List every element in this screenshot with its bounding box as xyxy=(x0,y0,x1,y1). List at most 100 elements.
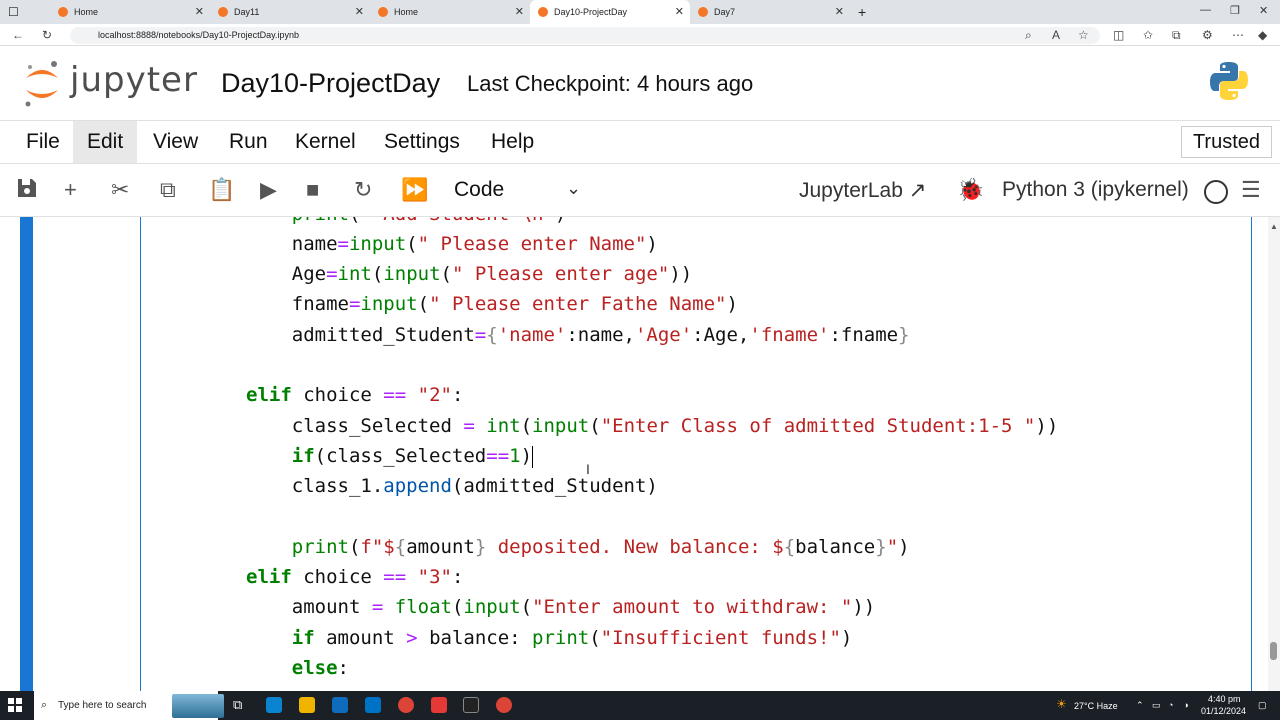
code-editor-content[interactable]: print(" Add Student \n") name=input(" Pl… xyxy=(0,217,1058,679)
close-icon[interactable]: ✕ xyxy=(355,5,364,18)
copilot-icon[interactable]: ◆ xyxy=(1258,28,1267,42)
menu-bar: File Edit View Run Kernel Settings Help … xyxy=(0,120,1280,164)
menu-run[interactable]: Run xyxy=(215,121,282,163)
code-line: fname=input(" Please enter Fathe Name") xyxy=(246,293,738,315)
jupyter-favicon-icon xyxy=(58,7,68,17)
notification-icon[interactable]: ▢ xyxy=(1258,700,1267,711)
menu-kernel[interactable]: Kernel xyxy=(281,121,370,163)
scrollbar-thumb[interactable] xyxy=(1270,642,1277,660)
code-line: print(" Add Student \n") xyxy=(246,217,567,229)
add-cell-icon[interactable]: + xyxy=(64,177,77,203)
clock-time[interactable]: 4:40 pm xyxy=(1208,694,1241,704)
external-link-icon: ↗ xyxy=(908,179,927,202)
back-icon[interactable]: ← xyxy=(12,28,24,42)
python-logo-icon xyxy=(1210,62,1248,100)
wifi-icon[interactable]: ◔ xyxy=(1168,700,1173,710)
taskbar: ⌕ Type here to search ⧉ ☀ 27°C Haze ⌃ ▭ … xyxy=(0,691,1280,720)
terminal-icon[interactable] xyxy=(463,697,479,713)
notebook-header: jupyter Day10-ProjectDay Last Checkpoint… xyxy=(0,46,1280,120)
acrobat-icon[interactable] xyxy=(431,697,447,713)
file-explorer-icon[interactable] xyxy=(299,697,315,713)
search-highlight-image xyxy=(172,694,224,718)
more-icon[interactable]: ⋯ xyxy=(1232,28,1244,42)
network-icon[interactable]: ▭ xyxy=(1152,700,1161,711)
menu-edit[interactable]: Edit xyxy=(73,121,138,163)
notebook-toolbar: + ✂ ⧉ 📋 ▶ ■ ↻ ⏩ Code ⌄ JupyterLab ↗ 🐞 Py… xyxy=(0,165,1280,217)
code-line: amount = float(input("Enter amount to wi… xyxy=(246,596,876,618)
jupyter-favicon-icon xyxy=(698,7,708,17)
chevron-down-icon[interactable]: ⌄ xyxy=(566,178,581,199)
cut-icon[interactable]: ✂ xyxy=(111,177,129,203)
hamburger-menu-icon[interactable]: ☰ xyxy=(1241,177,1261,203)
menu-file[interactable]: File xyxy=(12,121,74,163)
browser-tab[interactable]: Home ✕ xyxy=(370,0,530,24)
scroll-up-icon[interactable]: ▲ xyxy=(1270,222,1278,231)
browser-menu[interactable]: ☐ xyxy=(0,0,50,24)
browser-tab-strip: ☐ Home ✕ Day11 ✕ Home ✕ Day10-ProjectDay… xyxy=(0,0,1280,24)
restart-icon[interactable]: ↻ xyxy=(354,177,372,203)
kernel-name[interactable]: Python 3 (ipykernel) xyxy=(1002,178,1189,202)
browser-tab[interactable]: Day7 ✕ xyxy=(690,0,850,24)
code-line: elif choice == "2": xyxy=(246,384,464,406)
close-window-icon[interactable]: ✕ xyxy=(1259,4,1268,17)
code-line: admitted_Student={'name':name,'Age':Age,… xyxy=(246,324,910,346)
save-icon[interactable] xyxy=(16,177,38,199)
url-input[interactable]: localhost:8888/notebooks/Day10-ProjectDa… xyxy=(70,27,1100,44)
windows-start-icon[interactable] xyxy=(8,698,22,712)
text-cursor xyxy=(532,445,534,468)
code-line: print(f"${amount} deposited. New balance… xyxy=(291,536,910,558)
volume-icon[interactable]: ◗ xyxy=(1184,700,1189,710)
favorite-icon[interactable]: ☆ xyxy=(1078,28,1089,42)
new-tab-button[interactable]: + xyxy=(850,0,880,24)
split-screen-icon[interactable]: ◫ xyxy=(1113,28,1124,42)
close-icon[interactable]: ✕ xyxy=(835,5,844,18)
task-view-icon[interactable]: ⧉ xyxy=(233,697,249,713)
close-icon[interactable]: ✕ xyxy=(675,5,684,18)
code-line: name=input(" Please enter Name") xyxy=(246,233,658,255)
menu-view[interactable]: View xyxy=(139,121,212,163)
chrome-icon[interactable] xyxy=(398,697,414,713)
jupyter-logo-text[interactable]: jupyter xyxy=(70,60,198,100)
browser-tab[interactable]: Home ✕ xyxy=(50,0,210,24)
browser-tab[interactable]: Day11 ✕ xyxy=(210,0,370,24)
copy-icon[interactable]: ⧉ xyxy=(160,177,176,203)
reload-icon[interactable]: ↻ xyxy=(42,28,52,42)
tray-chevron-icon[interactable]: ⌃ xyxy=(1136,700,1144,711)
debugger-icon[interactable]: 🐞 xyxy=(957,177,984,203)
mouse-cursor-icon: I xyxy=(586,461,590,477)
search-icon: ⌕ xyxy=(41,699,48,711)
favorites-icon[interactable]: ✩ xyxy=(1143,28,1153,42)
menu-help[interactable]: Help xyxy=(477,121,548,163)
store-icon[interactable] xyxy=(332,697,348,713)
clock-date[interactable]: 01/12/2024 xyxy=(1201,706,1246,716)
stop-icon[interactable]: ■ xyxy=(306,177,319,203)
address-bar: ← ↻ localhost:8888/notebooks/Day10-Proje… xyxy=(0,24,1280,46)
paste-icon[interactable]: 📋 xyxy=(208,177,235,203)
browser-tab-active[interactable]: Day10-ProjectDay ✕ xyxy=(530,0,690,24)
notebook-title[interactable]: Day10-ProjectDay xyxy=(221,68,440,99)
outlook-icon[interactable] xyxy=(365,697,381,713)
cell-type-select[interactable]: Code xyxy=(454,178,504,202)
read-aloud-icon[interactable]: A xyxy=(1052,28,1060,42)
zoom-icon[interactable]: ⌕ xyxy=(1025,28,1032,43)
chrome-icon[interactable] xyxy=(496,697,512,713)
close-icon[interactable]: ✕ xyxy=(515,5,524,18)
jupyter-favicon-icon xyxy=(218,7,228,17)
maximize-icon[interactable]: ❐ xyxy=(1230,4,1240,17)
scrollbar[interactable] xyxy=(1268,217,1280,691)
weather-status[interactable]: 27°C Haze xyxy=(1074,701,1118,711)
edge-icon[interactable] xyxy=(266,697,282,713)
run-icon[interactable]: ▶ xyxy=(260,177,277,203)
close-icon[interactable]: ✕ xyxy=(195,5,204,18)
jupyterlab-link[interactable]: JupyterLab ↗ xyxy=(799,178,926,203)
menu-settings[interactable]: Settings xyxy=(370,121,474,163)
trusted-indicator[interactable]: Trusted xyxy=(1180,126,1272,158)
extensions-icon[interactable]: ⚙ xyxy=(1202,28,1213,42)
code-line: if amount > balance: print("Insufficient… xyxy=(291,627,853,649)
code-line: if(class_Selected==1) xyxy=(291,445,534,468)
run-all-icon[interactable]: ⏩ xyxy=(401,177,428,203)
jupyter-logo-icon xyxy=(25,61,58,107)
jupyter-favicon-icon xyxy=(538,7,548,17)
collections-icon[interactable]: ⧉ xyxy=(1172,28,1181,43)
minimize-icon[interactable]: — xyxy=(1200,4,1211,16)
